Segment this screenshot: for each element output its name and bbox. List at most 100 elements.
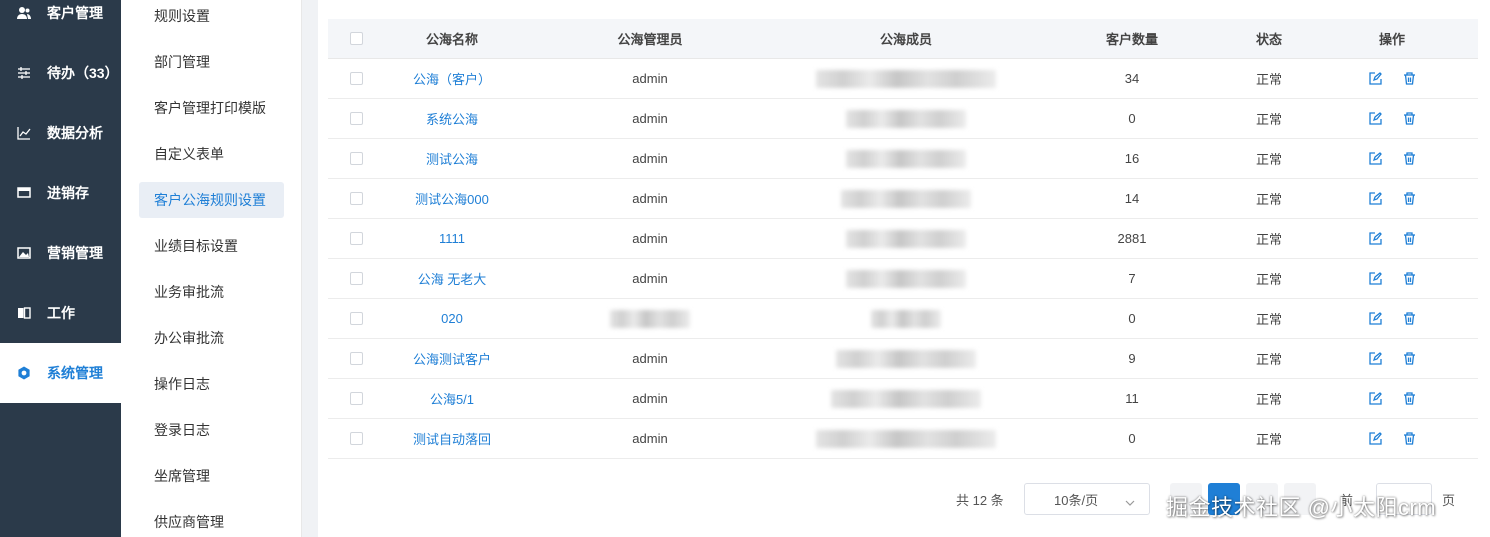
count-cell: 9 (1128, 351, 1136, 366)
submenu-item-print-template[interactable]: 客户管理打印模版 (139, 90, 284, 126)
edit-icon[interactable] (1368, 392, 1382, 406)
nav-item-system[interactable]: 系统管理 (0, 343, 121, 403)
edit-icon[interactable] (1368, 152, 1382, 166)
edit-icon[interactable] (1368, 312, 1382, 326)
members-cell (780, 69, 1032, 88)
redacted-members (846, 149, 966, 168)
trash-icon[interactable] (1402, 272, 1416, 286)
admin-cell: admin (632, 391, 668, 406)
table-row: 020 0 正常 (328, 299, 1478, 339)
nav-item-inventory[interactable]: 进销存 (0, 163, 121, 223)
ops-cell (1306, 152, 1478, 166)
row-select-cell (328, 312, 384, 325)
submenu-item-seats[interactable]: 坐席管理 (139, 458, 284, 494)
submenu-item-login-log[interactable]: 登录日志 (139, 412, 284, 448)
submenu-item-business-approval[interactable]: 业务审批流 (139, 274, 284, 310)
table-row: 公海（客户） admin 34 正常 (328, 59, 1478, 99)
select-all-checkbox[interactable] (349, 32, 363, 45)
trash-icon[interactable] (1402, 192, 1416, 206)
pool-name-link[interactable]: 测试自动落回 (384, 429, 520, 448)
trash-icon[interactable] (1402, 112, 1416, 126)
members-cell (780, 109, 1032, 128)
nav-item-marketing[interactable]: 营销管理 (0, 223, 121, 283)
submenu-item-suppliers[interactable]: 供应商管理 (139, 504, 284, 537)
trash-icon[interactable] (1402, 432, 1416, 446)
nav-item-customer[interactable]: 客户管理 (0, 0, 121, 43)
trash-icon[interactable] (1402, 312, 1416, 326)
nav-item-todo[interactable]: 待办（33） (0, 43, 121, 103)
table-body: 公海（客户） admin 34 正常 系统公海 admin 0 正常 测试公海 admin 16 正常… (328, 59, 1478, 459)
pool-name-link[interactable]: 公海 无老大 (384, 269, 520, 288)
page-size-value: 10条/页 (1054, 492, 1099, 508)
row-checkbox[interactable] (349, 272, 363, 285)
submenu-item-departments[interactable]: 部门管理 (139, 44, 284, 80)
row-checkbox[interactable] (349, 352, 363, 365)
edit-icon[interactable] (1368, 352, 1382, 366)
sliders-icon (16, 65, 32, 81)
submenu-item-performance[interactable]: 业绩目标设置 (139, 228, 284, 264)
count-cell: 0 (1128, 431, 1136, 446)
members-cell (780, 269, 1032, 288)
pool-name-link[interactable]: 公海测试客户 (384, 349, 520, 368)
count-cell: 14 (1124, 191, 1140, 206)
status-cell: 正常 (1255, 192, 1282, 207)
members-cell (780, 429, 1032, 448)
edit-icon[interactable] (1368, 112, 1382, 126)
status-cell: 正常 (1255, 152, 1282, 167)
admin-cell: admin (632, 271, 668, 286)
pool-name-link[interactable]: 公海5/1 (384, 389, 520, 408)
page-size-select[interactable]: 10条/页 (1024, 483, 1150, 515)
admin-cell: admin (632, 351, 668, 366)
ops-cell (1306, 312, 1478, 326)
row-checkbox[interactable] (349, 432, 363, 445)
row-checkbox[interactable] (349, 112, 363, 125)
pool-name-link[interactable]: 公海（客户） (384, 69, 520, 88)
row-checkbox[interactable] (349, 312, 363, 325)
edit-icon[interactable] (1368, 192, 1382, 206)
pool-name-link[interactable]: 测试公海 (384, 149, 520, 168)
row-checkbox[interactable] (349, 72, 363, 85)
edit-icon[interactable] (1368, 72, 1382, 86)
row-select-cell (328, 192, 384, 205)
submenu-item-office-approval[interactable]: 办公审批流 (139, 320, 284, 356)
redacted-members (836, 349, 976, 368)
edit-icon[interactable] (1368, 272, 1382, 286)
submenu-item-custom-form[interactable]: 自定义表单 (139, 136, 284, 172)
nav-item-analytics[interactable]: 数据分析 (0, 103, 121, 163)
ops-cell (1306, 72, 1478, 86)
pool-name-link[interactable]: 系统公海 (384, 109, 520, 128)
row-select-cell (328, 152, 384, 165)
row-checkbox[interactable] (349, 192, 363, 205)
ops-cell (1306, 352, 1478, 366)
trash-icon[interactable] (1402, 352, 1416, 366)
pool-name-link[interactable]: 测试公海000 (384, 189, 520, 208)
trash-icon[interactable] (1402, 392, 1416, 406)
submenu-item-pool-rules[interactable]: 客户公海规则设置 (139, 182, 284, 218)
nav-item-label: 进销存 (47, 185, 89, 201)
gear-icon (16, 365, 32, 381)
nav-item-label: 数据分析 (47, 125, 103, 141)
trash-icon[interactable] (1402, 232, 1416, 246)
trash-icon[interactable] (1402, 72, 1416, 86)
submenu-item-rules[interactable]: 规则设置 (139, 0, 284, 34)
admin-cell (520, 309, 780, 328)
edit-icon[interactable] (1368, 232, 1382, 246)
ops-cell (1306, 272, 1478, 286)
status-cell: 正常 (1255, 72, 1282, 87)
main-content: 公海名称 公海管理员 公海成员 客户数量 状态 操作 公海（客户） admin 34… (318, 0, 1490, 537)
edit-icon[interactable] (1368, 432, 1382, 446)
header-admin: 公海管理员 (617, 32, 683, 47)
members-cell (780, 229, 1032, 248)
table-row: 公海 无老大 admin 7 正常 (328, 259, 1478, 299)
row-checkbox[interactable] (349, 152, 363, 165)
redacted-members (816, 429, 996, 448)
pool-name-link[interactable]: 020 (384, 311, 520, 326)
admin-cell: admin (632, 71, 668, 86)
pool-name-link[interactable]: 1111 (384, 231, 520, 246)
submenu-panel: 规则设置 部门管理 客户管理打印模版 自定义表单 客户公海规则设置 业绩目标设置… (121, 0, 302, 537)
trash-icon[interactable] (1402, 152, 1416, 166)
row-checkbox[interactable] (349, 232, 363, 245)
submenu-item-operation-log[interactable]: 操作日志 (139, 366, 284, 402)
nav-item-work[interactable]: 工作 (0, 283, 121, 343)
row-checkbox[interactable] (349, 392, 363, 405)
